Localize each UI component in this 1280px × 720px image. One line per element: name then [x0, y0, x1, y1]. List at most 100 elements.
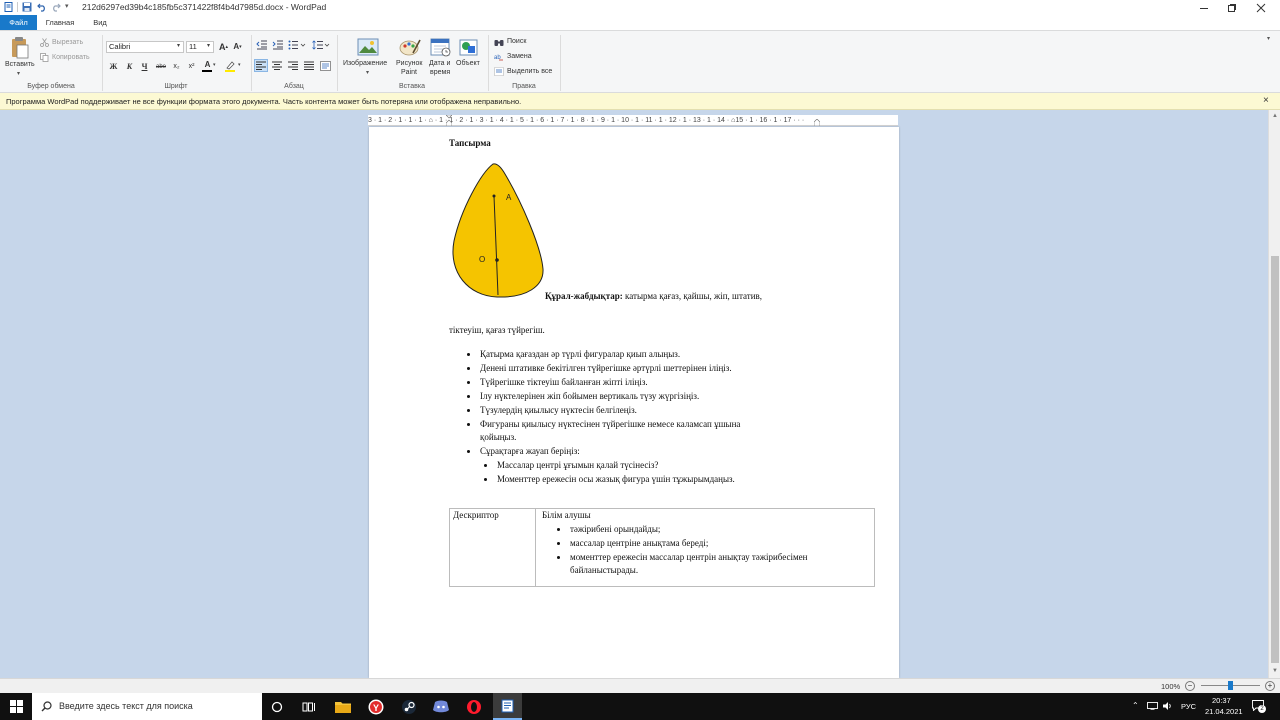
find-icon[interactable]	[494, 38, 504, 47]
insert-picture-chevron-icon[interactable]: ▾	[366, 69, 369, 76]
table-column-divider	[535, 508, 536, 587]
cut-icon[interactable]	[40, 38, 49, 47]
paste-dropdown-chevron-icon[interactable]: ▾	[17, 70, 20, 77]
ruler-left-indent-marker[interactable]	[445, 114, 453, 127]
bullet-list-icon[interactable]	[288, 40, 306, 50]
table-list-item: тәжірибені орындайды;	[570, 524, 661, 534]
customize-qa-chevron-icon[interactable]: ▾	[65, 2, 75, 12]
superscript-button[interactable]: x²	[186, 61, 197, 72]
paste-button[interactable]: Вставить	[5, 61, 35, 68]
font-size-chevron-icon[interactable]: ▾	[207, 42, 210, 49]
cut-button[interactable]: Вырезать	[52, 39, 83, 46]
copy-button[interactable]: Копировать	[52, 54, 90, 61]
select-all-button[interactable]: Выделить все	[507, 68, 552, 75]
steam-icon[interactable]	[398, 696, 420, 717]
bullet-dot	[467, 395, 470, 398]
ruler-right-indent-marker[interactable]	[813, 118, 821, 127]
save-icon[interactable]	[22, 2, 32, 12]
yandex-browser-icon[interactable]: Y	[365, 696, 387, 717]
close-window-button[interactable]	[1242, 0, 1280, 15]
tab-view[interactable]: Вид	[85, 15, 115, 30]
underline-button[interactable]: Ч	[139, 61, 150, 72]
discord-icon[interactable]	[430, 696, 452, 717]
bullet-dot	[467, 381, 470, 384]
align-right-icon[interactable]	[288, 61, 298, 70]
highlight-button[interactable]: ▾	[224, 59, 242, 73]
italic-button[interactable]: К	[124, 61, 135, 72]
text-color-swatch	[202, 70, 212, 72]
tab-home[interactable]: Главная	[39, 15, 81, 30]
paragraph-settings-icon[interactable]	[320, 61, 331, 71]
tools-line-2: тіктеуіш, қағаз түйрегіш.	[449, 325, 545, 335]
figure-label-a: A	[506, 193, 512, 202]
wordpad-taskbar-icon	[501, 699, 514, 713]
picture-icon[interactable]	[357, 37, 379, 57]
insert-object-icon[interactable]	[458, 37, 480, 57]
copy-icon[interactable]	[40, 53, 49, 62]
bold-button[interactable]: Ж	[108, 61, 119, 72]
scroll-down-arrow-icon[interactable]: ▼	[1271, 667, 1279, 675]
undo-icon[interactable]	[37, 2, 47, 12]
network-icon[interactable]	[1147, 702, 1158, 710]
datetime-label-line1[interactable]: Дата и	[429, 60, 450, 67]
decrease-indent-icon[interactable]	[256, 40, 268, 50]
replace-icon[interactable]: ab	[494, 53, 504, 62]
find-button[interactable]: Поиск	[507, 38, 526, 45]
line-spacing-icon[interactable]	[312, 40, 330, 50]
replace-button[interactable]: Замена	[507, 53, 532, 60]
close-infobar-button[interactable]: ×	[1263, 95, 1269, 106]
grow-font-icon[interactable]: A ▴	[218, 41, 229, 52]
file-explorer-icon[interactable]	[332, 696, 354, 717]
paint-drawing-label-line1[interactable]: Рисунок	[396, 60, 422, 67]
group-separator	[560, 35, 561, 91]
strikethrough-button[interactable]: abe	[154, 61, 168, 72]
zoom-in-button[interactable]: +	[1265, 681, 1275, 691]
collapse-ribbon-chevron-icon[interactable]: ▾	[1267, 35, 1270, 42]
datetime-label-line2[interactable]: время	[430, 69, 450, 76]
paste-icon[interactable]	[9, 36, 31, 60]
clock-date[interactable]: 21.04.2021	[1205, 707, 1243, 716]
calendar-clock-icon[interactable]	[430, 37, 452, 57]
redo-icon[interactable]	[51, 2, 61, 12]
notifications-button[interactable]: 2	[1252, 700, 1266, 713]
taskbar-search-box[interactable]: Введите здесь текст для поиска	[32, 693, 262, 720]
task-view-icon[interactable]	[298, 696, 320, 717]
justify-icon[interactable]	[304, 61, 314, 70]
tab-file[interactable]: Файл	[0, 15, 37, 30]
zoom-slider-thumb[interactable]	[1228, 681, 1233, 690]
cortana-icon[interactable]	[266, 696, 288, 717]
paint-drawing-label-line2[interactable]: Paint	[401, 69, 417, 76]
shrink-font-icon[interactable]: A ▾	[232, 41, 243, 52]
scroll-up-arrow-icon[interactable]: ▲	[1271, 112, 1279, 120]
align-left-button[interactable]	[254, 59, 268, 72]
bullet-dot	[557, 556, 560, 559]
windows-start-icon[interactable]	[10, 700, 23, 713]
horizontal-ruler[interactable]: 3 · 1 · 2 · 1 · 1 · 1 · ⌂ · 1 · 1 · 2 · …	[368, 114, 898, 127]
tray-overflow-chevron-icon[interactable]: ⌃	[1132, 701, 1139, 710]
insert-picture-button[interactable]: Изображение	[343, 60, 387, 67]
document-page[interactable]: Тапсырма A O Құрал-жабдықтар: катырма қа…	[369, 127, 899, 678]
clock-time[interactable]: 20:37	[1212, 696, 1231, 705]
align-center-icon[interactable]	[272, 61, 282, 70]
font-family-chevron-icon[interactable]: ▾	[177, 42, 180, 49]
text-color-button[interactable]: A ▾	[201, 59, 217, 73]
font-family-select[interactable]: Calibri	[106, 41, 184, 53]
title-bar: ▾ 212d6297ed39b4c185fb5c371422f8f4b4d798…	[0, 0, 1280, 15]
select-all-icon[interactable]	[494, 67, 504, 76]
volume-icon[interactable]	[1163, 701, 1173, 711]
window-title: 212d6297ed39b4c185fb5c371422f8f4b4d7985d…	[82, 2, 327, 12]
increase-indent-icon[interactable]	[272, 40, 284, 50]
figure-label-o: O	[479, 255, 486, 264]
subscript-button[interactable]: x₂	[171, 61, 182, 72]
scrollbar-thumb[interactable]	[1271, 256, 1279, 663]
windows-taskbar: Введите здесь текст для поиска Y ⌃ РУС 2…	[0, 693, 1280, 720]
vertical-scrollbar[interactable]: ▲ ▼	[1268, 110, 1280, 678]
input-language[interactable]: РУС	[1181, 702, 1196, 711]
taskbar-wordpad-active[interactable]	[493, 693, 522, 720]
zoom-out-button[interactable]: −	[1185, 681, 1195, 691]
svg-text:Y: Y	[373, 703, 379, 713]
opera-icon[interactable]	[463, 696, 485, 717]
insert-object-button[interactable]: Объект	[456, 60, 480, 67]
paint-drawing-icon[interactable]	[399, 37, 421, 57]
wordpad-app-icon[interactable]	[4, 2, 14, 12]
